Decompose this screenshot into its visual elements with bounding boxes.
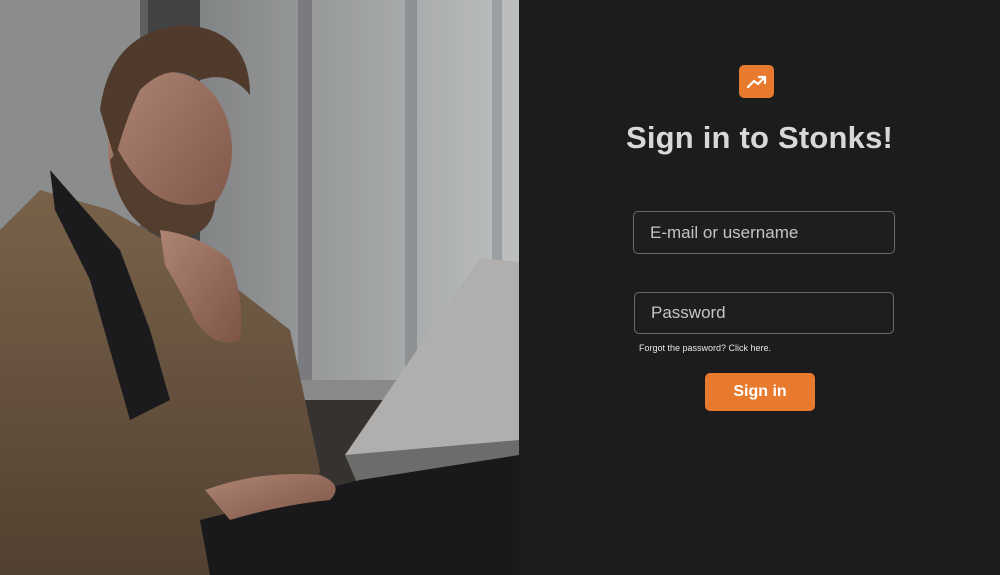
trending-up-icon <box>746 75 766 88</box>
sign-in-button[interactable]: Sign in <box>705 373 815 411</box>
hero-photo <box>0 0 519 575</box>
forgot-password-link[interactable]: Forgot the password? Click here. <box>639 343 771 353</box>
page-title: Sign in to Stonks! <box>625 120 894 155</box>
password-field[interactable] <box>634 292 894 334</box>
email-field[interactable] <box>633 211 895 254</box>
logo <box>739 65 774 98</box>
login-panel: Sign in to Stonks! Forgot the password? … <box>519 0 1000 575</box>
